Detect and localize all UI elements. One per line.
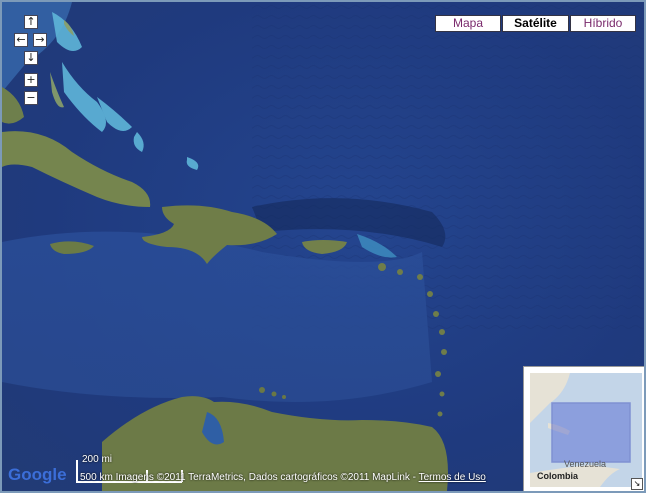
scale-label-imperial: 200 mi (82, 454, 113, 465)
zoom-in-button[interactable]: + (24, 73, 38, 87)
overview-map-panel: Venezuela Colombia ↘ (523, 366, 644, 491)
pan-up-button[interactable]: ↑ (24, 15, 38, 29)
attribution-text: Imagens ©2011 TerraMetrics, Dados cartog… (115, 472, 419, 483)
maptype-satellite-button[interactable]: Satélite (502, 15, 569, 32)
overview-label-colombia: Colombia (537, 471, 579, 481)
maptype-map-button[interactable]: Mapa (435, 15, 501, 32)
overview-label-venezuela: Venezuela (564, 459, 607, 469)
terms-of-use-link[interactable]: Termos de Uso (419, 472, 486, 483)
zoom-out-button[interactable]: − (24, 91, 38, 105)
maptype-hybrid-button[interactable]: Híbrido (570, 15, 636, 32)
pan-left-button[interactable]: ← (14, 33, 28, 47)
map-frame: Google ↑ ← → ↓ + − Mapa Satélite Híbrido… (0, 0, 646, 493)
pan-right-button[interactable]: → (33, 33, 47, 47)
attribution: 500 km Imagens ©2011 TerraMetrics, Dados… (80, 472, 486, 483)
overview-viewport-box (551, 402, 631, 463)
overview-collapse-icon[interactable]: ↘ (631, 478, 643, 490)
overview-map[interactable]: Venezuela Colombia (530, 373, 642, 487)
scale-label-metric: 500 km (80, 472, 113, 483)
google-logo: Google (8, 465, 67, 484)
pan-down-button[interactable]: ↓ (24, 51, 38, 65)
